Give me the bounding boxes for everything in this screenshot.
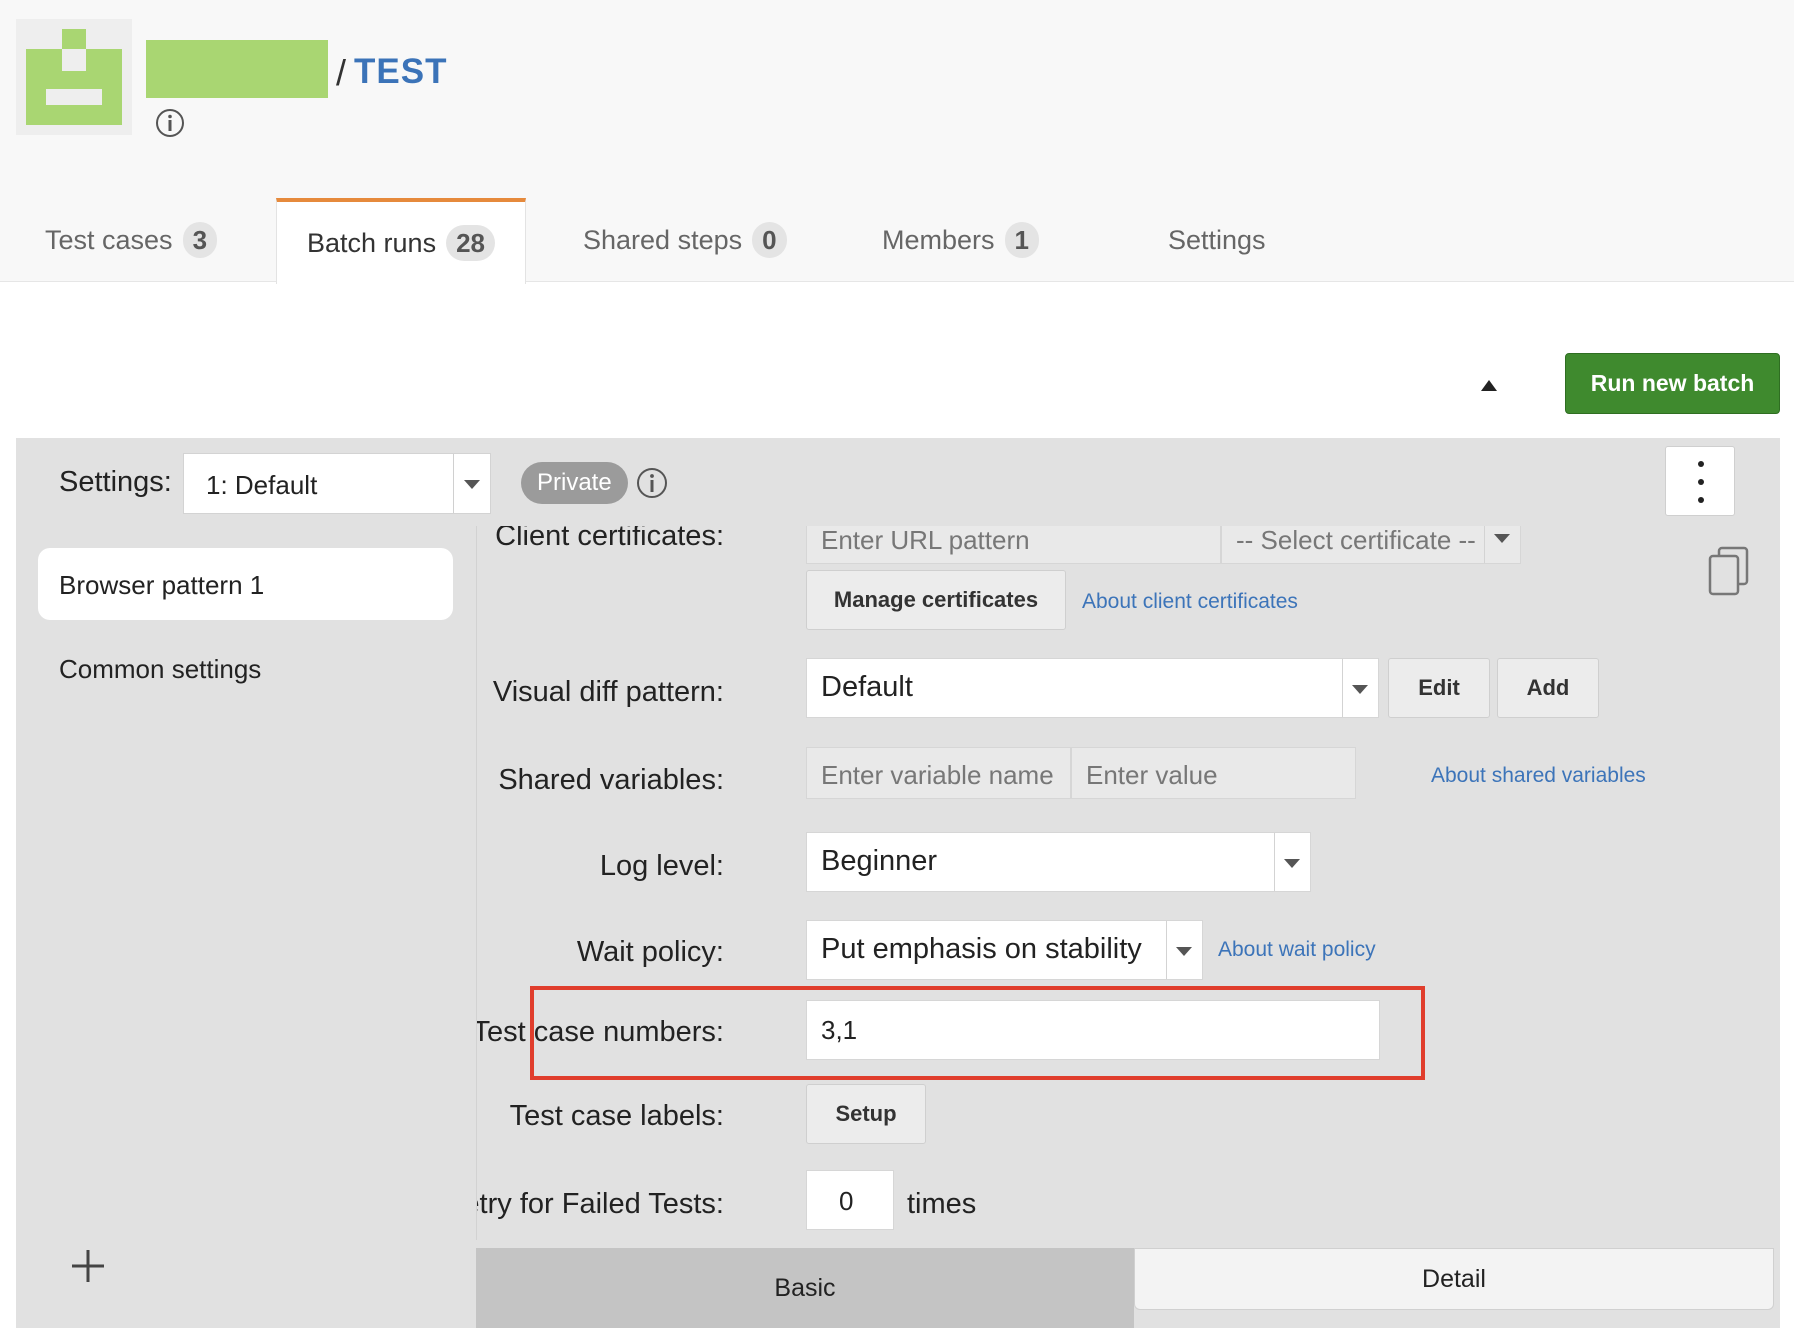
certificate-select-placeholder: -- Select certificate -- <box>1236 526 1476 555</box>
chevron-down-icon <box>1176 947 1192 956</box>
tab-settings[interactable]: Settings <box>1168 198 1266 282</box>
select-divider <box>1342 659 1343 717</box>
wait-policy-select[interactable]: Put emphasis on stability <box>806 920 1203 980</box>
about-shared-variables-link[interactable]: About shared variables <box>1431 764 1646 788</box>
settings-label: Settings: <box>59 466 172 498</box>
tab-basic[interactable]: Basic <box>476 1248 1134 1328</box>
robot-logo-icon <box>26 29 122 125</box>
variable-name-input[interactable]: Enter variable name <box>806 747 1071 799</box>
tab-label: Batch runs <box>307 227 437 258</box>
log-level-value: Beginner <box>821 845 938 877</box>
retry-count-value: 0 <box>839 1186 854 1216</box>
setup-labels-button[interactable]: Setup <box>806 1084 926 1144</box>
visibility-badge: Private <box>521 462 628 504</box>
select-divider <box>1166 921 1167 979</box>
test-case-labels-label: Test case labels: <box>509 1100 724 1132</box>
retry-count-input[interactable]: 0 <box>806 1170 894 1230</box>
chevron-down-icon <box>1284 859 1300 868</box>
tab-count-badge: 3 <box>182 222 218 258</box>
about-client-certificates-link[interactable]: About client certificates <box>1082 590 1298 614</box>
variable-value-input[interactable]: Enter value <box>1071 747 1356 799</box>
certificate-select[interactable]: -- Select certificate -- <box>1221 526 1521 564</box>
test-case-numbers-label: Test case numbers: <box>476 1016 724 1048</box>
select-divider <box>1274 833 1275 891</box>
chevron-down-icon <box>1352 685 1368 694</box>
retry-failed-tests-label: Retry for Failed Tests: <box>477 1188 724 1220</box>
kebab-dot <box>1698 497 1704 503</box>
settings-form[interactable]: Client certificates: Enter URL pattern -… <box>476 526 1780 1240</box>
select-divider <box>1484 526 1485 563</box>
tab-shared-steps[interactable]: Shared steps 0 <box>583 198 787 282</box>
sidebar-item-common-settings[interactable]: Common settings <box>59 654 261 685</box>
url-pattern-placeholder: Enter URL pattern <box>821 526 1030 555</box>
settings-select-value: 1: Default <box>206 470 318 500</box>
form-mode-tabs: Basic Detail <box>476 1248 1780 1328</box>
chevron-down-icon <box>464 480 480 489</box>
settings-select[interactable]: 1: Default <box>183 453 491 514</box>
wait-policy-label: Wait policy: <box>576 936 724 968</box>
add-visual-diff-button[interactable]: Add <box>1497 658 1599 718</box>
log-level-label: Log level: <box>599 850 724 882</box>
variable-value-placeholder: Enter value <box>1086 760 1218 790</box>
shared-variables-label: Shared variables: <box>498 764 724 796</box>
wait-policy-value: Put emphasis on stability <box>821 933 1142 965</box>
tab-count-badge: 1 <box>1004 222 1039 258</box>
manage-certificates-button[interactable]: Manage certificates <box>806 570 1066 630</box>
url-pattern-input[interactable]: Enter URL pattern <box>806 526 1221 564</box>
tab-label: Members <box>882 224 995 255</box>
visual-diff-pattern-value: Default <box>821 671 913 703</box>
tab-count-badge: 0 <box>752 222 787 258</box>
collapse-arrow-icon[interactable] <box>1481 380 1497 391</box>
tab-count-badge: 28 <box>446 225 495 261</box>
project-logo <box>16 19 132 135</box>
tab-members[interactable]: Members 1 <box>882 198 1039 282</box>
project-title[interactable]: TEST <box>354 52 447 92</box>
tab-label: Shared steps <box>583 224 743 255</box>
tab-label: Test cases <box>45 224 173 255</box>
variable-name-placeholder: Enter variable name <box>821 760 1054 790</box>
tab-test-cases[interactable]: Test cases 3 <box>45 198 218 282</box>
tab-batch-runs[interactable]: Batch runs 28 <box>276 198 526 284</box>
test-case-numbers-input[interactable]: 3,1 <box>806 1000 1380 1060</box>
add-pattern-icon[interactable] <box>70 1248 106 1284</box>
chevron-down-icon <box>1494 534 1510 543</box>
kebab-dot <box>1698 479 1704 485</box>
tab-label: Settings <box>1168 224 1266 255</box>
select-divider <box>453 454 454 513</box>
test-case-numbers-value: 3,1 <box>821 1015 858 1045</box>
visual-diff-pattern-select[interactable]: Default <box>806 658 1379 718</box>
batch-settings-panel: Settings: 1: Default Private Browser pat… <box>16 438 1780 1328</box>
about-wait-policy-link[interactable]: About wait policy <box>1218 938 1376 962</box>
project-owner-redacted <box>146 40 328 98</box>
info-icon[interactable] <box>155 108 185 138</box>
more-options-button[interactable] <box>1665 446 1735 516</box>
kebab-dot <box>1698 461 1704 467</box>
breadcrumb-separator: / <box>336 52 347 93</box>
run-new-batch-button[interactable]: Run new batch <box>1565 353 1780 414</box>
copy-icon[interactable] <box>1707 546 1751 596</box>
client-certificates-label: Client certificates: <box>495 526 724 552</box>
project-header: / TEST Test cases 3 Batch runs 28 Shared… <box>0 0 1794 284</box>
tab-detail[interactable]: Detail <box>1134 1248 1774 1310</box>
visual-diff-pattern-label: Visual diff pattern: <box>492 676 724 708</box>
info-icon[interactable] <box>635 466 669 500</box>
edit-visual-diff-button[interactable]: Edit <box>1388 658 1490 718</box>
project-tabs: Test cases 3 Batch runs 28 Shared steps … <box>0 198 1794 284</box>
retry-unit-label: times <box>907 1188 977 1220</box>
sidebar-item-browser-pattern[interactable]: Browser pattern 1 <box>38 548 453 620</box>
log-level-select[interactable]: Beginner <box>806 832 1311 892</box>
